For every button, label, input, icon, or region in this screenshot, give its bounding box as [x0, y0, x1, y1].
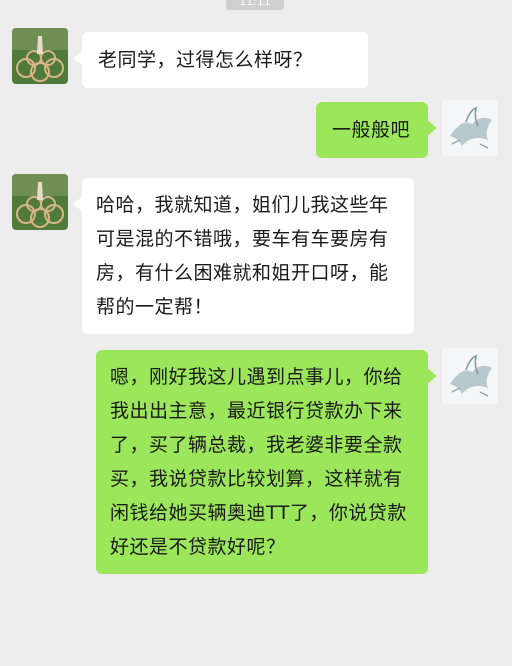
- message-text: 老同学，过得怎么样呀？: [98, 49, 313, 71]
- chat-timestamp: 11:11: [226, 0, 284, 10]
- message-bubble[interactable]: 嗯，刚好我这儿遇到点事儿，你给我出出主意，最近银行贷款办下来了，买了辆总裁，我老…: [96, 350, 437, 574]
- my-avatar-icon[interactable]: [442, 348, 498, 404]
- message-text: 嗯，刚好我这儿遇到点事儿，你给我出出主意，最近银行贷款办下来了，买了辆总裁，我老…: [110, 366, 407, 558]
- message-bubble[interactable]: 一般般吧: [316, 102, 437, 158]
- message-bubble[interactable]: 哈哈，我就知道，姐们儿我这些年可是混的不错哦，要车有车要房有房，有什么困难就和姐…: [73, 178, 414, 334]
- my-avatar-icon[interactable]: [442, 100, 498, 156]
- message-text: 哈哈，我就知道，姐们儿我这些年可是混的不错哦，要车有车要房有房，有什么困难就和姐…: [96, 194, 389, 318]
- message-bubble[interactable]: 老同学，过得怎么样呀？: [73, 32, 368, 88]
- message-text: 一般般吧: [332, 119, 411, 141]
- friend-avatar-icon[interactable]: [12, 28, 68, 84]
- friend-avatar-icon[interactable]: [12, 174, 68, 230]
